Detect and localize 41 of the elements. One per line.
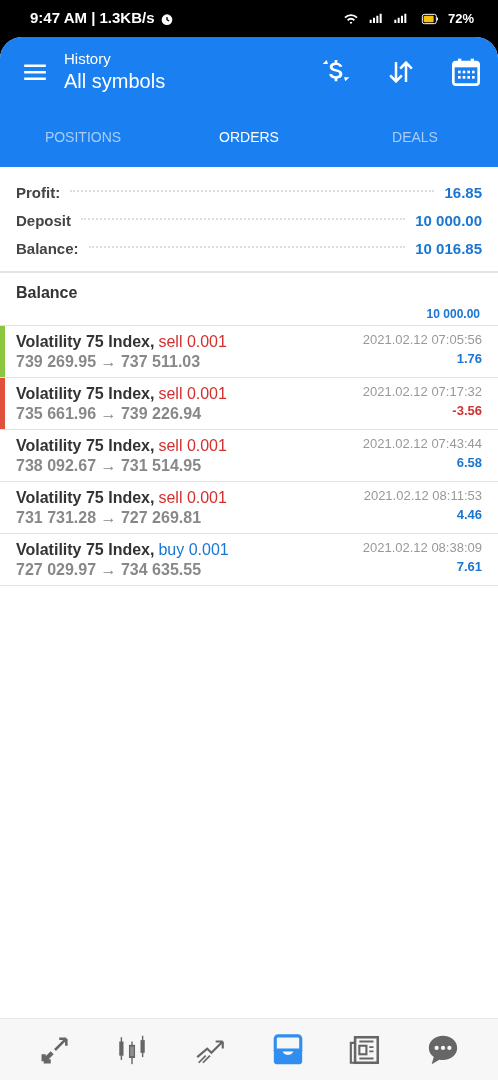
deal-symbol: Volatility 75 Index, — [16, 333, 155, 350]
deal-time: 2021.02.12 07:17:32 — [362, 384, 482, 401]
deal-time: 2021.02.12 08:38:09 — [362, 540, 482, 557]
status-time: 9:47 AM | 1.3KB/s — [30, 8, 155, 29]
summary-value: 10 000.00 — [415, 210, 482, 231]
tab[interactable]: ORDERS — [166, 107, 332, 167]
deal-prices: 738 092.67 → 731 514.95 — [16, 456, 203, 476]
deal-symbol: Volatility 75 Index, — [16, 437, 155, 454]
deal-trade: sell 0.001 — [158, 489, 227, 506]
deal-symbol: Volatility 75 Index, — [16, 541, 155, 558]
deal-trade: sell 0.001 — [158, 385, 227, 402]
deal-time: 2021.02.12 08:11:53 — [363, 488, 482, 505]
summary-value: 10 016.85 — [415, 238, 482, 259]
deal-prices: 739 269.95 → 737 511.03 — [16, 352, 202, 372]
deal-prices: 731 731.28 → 727 269.81 — [16, 508, 203, 528]
deal-trade: sell 0.001 — [158, 437, 227, 454]
tab[interactable]: POSITIONS — [0, 107, 166, 167]
deal-profit: 7.61 — [456, 559, 482, 575]
deal-profit: 4.46 — [456, 507, 482, 523]
balance-label: Balance — [16, 283, 79, 303]
deal-prices: 735 661.96 → 739 226.94 — [16, 404, 203, 424]
summary-label: Deposit — [16, 210, 71, 231]
deal-symbol: Volatility 75 Index, — [16, 489, 155, 506]
battery-level: 72% — [447, 9, 474, 28]
deal-time: 2021.02.12 07:43:44 — [362, 436, 482, 453]
tab[interactable]: DEALS — [332, 107, 498, 167]
deal-time: 2021.02.12 07:05:56 — [362, 332, 482, 349]
deal-trade: buy 0.001 — [158, 541, 229, 558]
screen-title: History — [64, 50, 112, 69]
deal-profit: 1.76 — [456, 351, 482, 367]
deal-profit: -3.56 — [452, 403, 482, 419]
summary-label: Balance: — [16, 238, 79, 259]
balance-amount: 10 000.00 — [426, 307, 480, 321]
deal-prices: 727 029.97 → 734 635.55 — [16, 560, 203, 580]
symbol-filter: All symbols — [64, 68, 166, 94]
deal-trade: sell 0.001 — [158, 333, 227, 350]
summary-label: Profit: — [16, 182, 61, 203]
summary-value: 16.85 — [444, 182, 482, 203]
deal-symbol: Volatility 75 Index, — [16, 385, 155, 402]
calendar-icon[interactable] — [450, 56, 482, 88]
deal-profit: 6.58 — [456, 455, 482, 471]
